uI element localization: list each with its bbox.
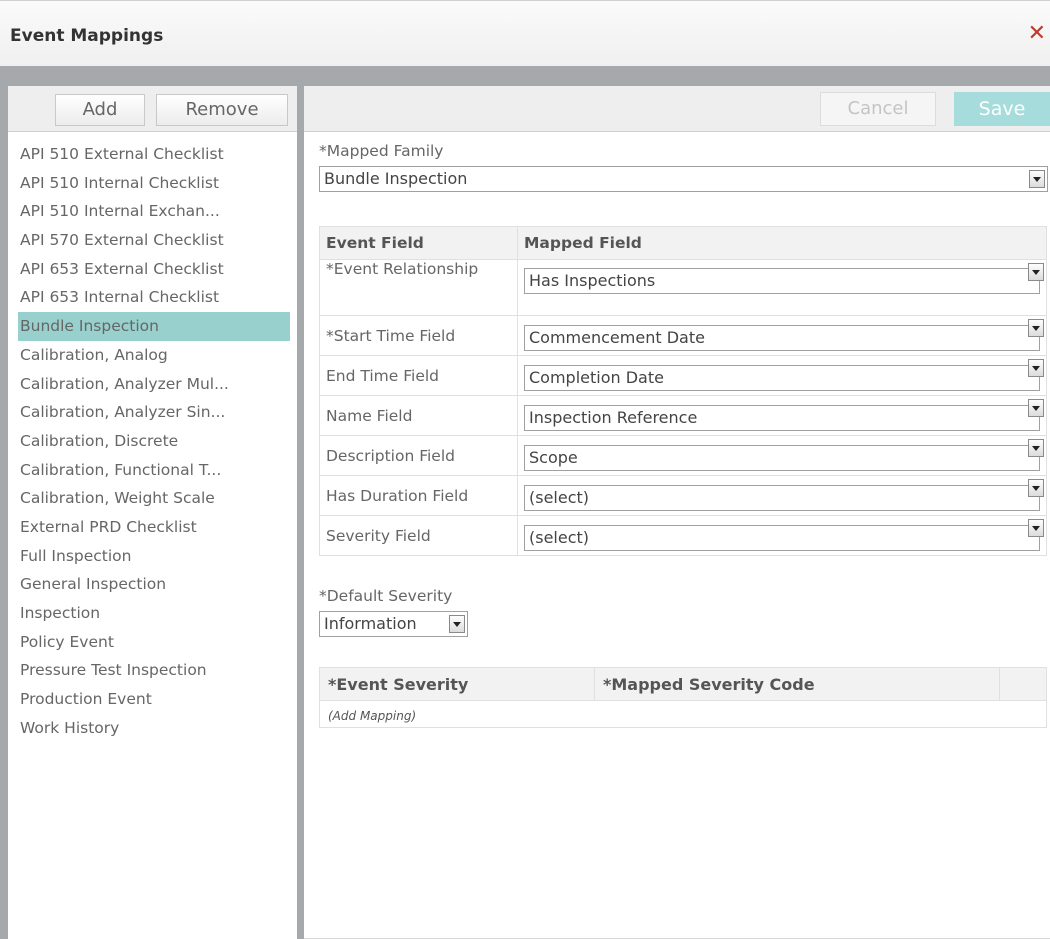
list-item[interactable]: Calibration, Functional T... — [18, 456, 290, 485]
chevron-down-icon[interactable] — [1029, 170, 1045, 188]
mapped-field-cell: Commencement Date — [517, 315, 1047, 356]
mapped-field-select[interactable]: Inspection Reference — [524, 399, 1044, 431]
default-severity-label: *Default Severity — [319, 587, 453, 605]
list-item[interactable]: Pressure Test Inspection — [18, 656, 290, 685]
family-list: API 510 External Checklist API 510 Intern… — [18, 140, 290, 742]
mapped-field-cell: Completion Date — [517, 355, 1047, 396]
save-button[interactable]: Save — [954, 92, 1050, 126]
mapped-family-label: *Mapped Family — [319, 142, 444, 160]
table-row: *Event Relationship Has Inspections — [319, 259, 1047, 316]
column-header-blank — [999, 667, 1047, 701]
add-button[interactable]: Add — [55, 94, 145, 126]
column-header-mapped-severity-code: *Mapped Severity Code — [594, 667, 1000, 701]
event-fields-table: Event Field Mapped Field *Event Relation… — [319, 226, 1047, 556]
severity-mapping-table: *Event Severity *Mapped Severity Code (A… — [319, 667, 1047, 728]
event-field-name: Severity Field — [319, 515, 518, 556]
mapped-field-select[interactable]: Commencement Date — [524, 319, 1044, 351]
list-item[interactable]: External PRD Checklist — [18, 513, 290, 542]
list-item[interactable]: Production Event — [18, 685, 290, 714]
chevron-down-icon[interactable] — [1028, 263, 1044, 281]
column-header-event-field: Event Field — [319, 226, 518, 260]
mapped-field-select[interactable]: (select) — [524, 519, 1044, 551]
event-field-name: Name Field — [319, 395, 518, 436]
table-row: Description Field Scope — [319, 435, 1047, 476]
list-item[interactable]: Calibration, Analog — [18, 341, 290, 370]
event-field-name: *Event Relationship — [319, 259, 518, 316]
mapped-field-value: (select) — [529, 487, 590, 507]
panel-divider[interactable] — [297, 86, 304, 939]
event-field-name: *Start Time Field — [319, 315, 518, 356]
mapped-field-value: Inspection Reference — [529, 407, 698, 427]
mapping-detail-panel: Cancel Save *Mapped Family Bundle Inspec… — [304, 86, 1050, 939]
list-item[interactable]: API 510 Internal Checklist — [18, 169, 290, 198]
left-toolbar: Add Remove — [8, 86, 297, 132]
list-item[interactable]: Policy Event — [18, 628, 290, 657]
list-item[interactable]: Full Inspection — [18, 542, 290, 571]
list-item[interactable]: Calibration, Analyzer Mul... — [18, 370, 290, 399]
mapped-field-value: Has Inspections — [529, 271, 656, 290]
dialog-title: Event Mappings — [10, 26, 164, 46]
mapped-field-select[interactable]: Completion Date — [524, 359, 1044, 391]
chevron-down-icon[interactable] — [1028, 399, 1044, 417]
list-item[interactable]: General Inspection — [18, 570, 290, 599]
mapped-field-cell: Inspection Reference — [517, 395, 1047, 436]
list-item[interactable]: Calibration, Analyzer Sin... — [18, 398, 290, 427]
mapped-field-value: Completion Date — [529, 367, 664, 387]
mapped-family-value: Bundle Inspection — [324, 169, 468, 188]
column-header-event-severity: *Event Severity — [319, 667, 595, 701]
mapped-family-select[interactable]: Bundle Inspection — [319, 166, 1048, 192]
mapped-field-value: Scope — [529, 447, 578, 467]
column-header-mapped-field: Mapped Field — [517, 226, 1047, 260]
list-item[interactable]: Bundle Inspection — [18, 312, 290, 341]
chevron-down-icon[interactable] — [1028, 359, 1044, 377]
default-severity-select[interactable]: Information — [319, 611, 468, 637]
frame-bar — [0, 66, 1050, 86]
default-severity-value: Information — [324, 614, 417, 633]
chevron-down-icon[interactable] — [449, 615, 465, 633]
dialog-titlebar: Event Mappings ✕ — [0, 0, 1050, 66]
list-item[interactable]: API 653 External Checklist — [18, 255, 290, 284]
mapped-field-select[interactable]: Has Inspections — [524, 263, 1044, 294]
event-field-name: End Time Field — [319, 355, 518, 396]
add-mapping-link[interactable]: (Add Mapping) — [328, 709, 416, 723]
list-item[interactable]: Inspection — [18, 599, 290, 628]
right-toolbar: Cancel Save — [304, 86, 1050, 132]
list-item[interactable]: API 510 External Checklist — [18, 140, 290, 169]
list-item[interactable]: API 510 Internal Exchan... — [18, 197, 290, 226]
mapped-field-cell: (select) — [517, 475, 1047, 516]
remove-button[interactable]: Remove — [156, 94, 288, 126]
table-row: End Time Field Completion Date — [319, 355, 1047, 396]
mapped-field-select[interactable]: Scope — [524, 439, 1044, 471]
event-field-name: Has Duration Field — [319, 475, 518, 516]
family-list-panel: Add Remove API 510 External Checklist API… — [8, 86, 297, 939]
list-item[interactable]: API 653 Internal Checklist — [18, 283, 290, 312]
table-row: Severity Field (select) — [319, 515, 1047, 556]
close-icon[interactable]: ✕ — [1028, 23, 1046, 45]
chevron-down-icon[interactable] — [1028, 519, 1044, 537]
table-row: *Start Time Field Commencement Date — [319, 315, 1047, 356]
mapped-field-cell: Scope — [517, 435, 1047, 476]
list-item[interactable]: Calibration, Discrete — [18, 427, 290, 456]
chevron-down-icon[interactable] — [1028, 319, 1044, 337]
chevron-down-icon[interactable] — [1028, 479, 1044, 497]
list-item[interactable]: Work History — [18, 714, 290, 743]
mapped-field-cell: (select) — [517, 515, 1047, 556]
mapped-field-cell: Has Inspections — [517, 259, 1047, 316]
mapped-field-value: (select) — [529, 527, 590, 547]
mapped-field-value: Commencement Date — [529, 327, 705, 347]
list-item[interactable]: API 570 External Checklist — [18, 226, 290, 255]
event-field-name: Description Field — [319, 435, 518, 476]
table-row: (Add Mapping) — [319, 700, 1047, 728]
table-row: Has Duration Field (select) — [319, 475, 1047, 516]
frame-left — [0, 86, 8, 939]
table-row: Name Field Inspection Reference — [319, 395, 1047, 436]
mapped-field-select[interactable]: (select) — [524, 479, 1044, 511]
chevron-down-icon[interactable] — [1028, 439, 1044, 457]
list-item[interactable]: Calibration, Weight Scale — [18, 484, 290, 513]
cancel-button[interactable]: Cancel — [820, 92, 936, 126]
